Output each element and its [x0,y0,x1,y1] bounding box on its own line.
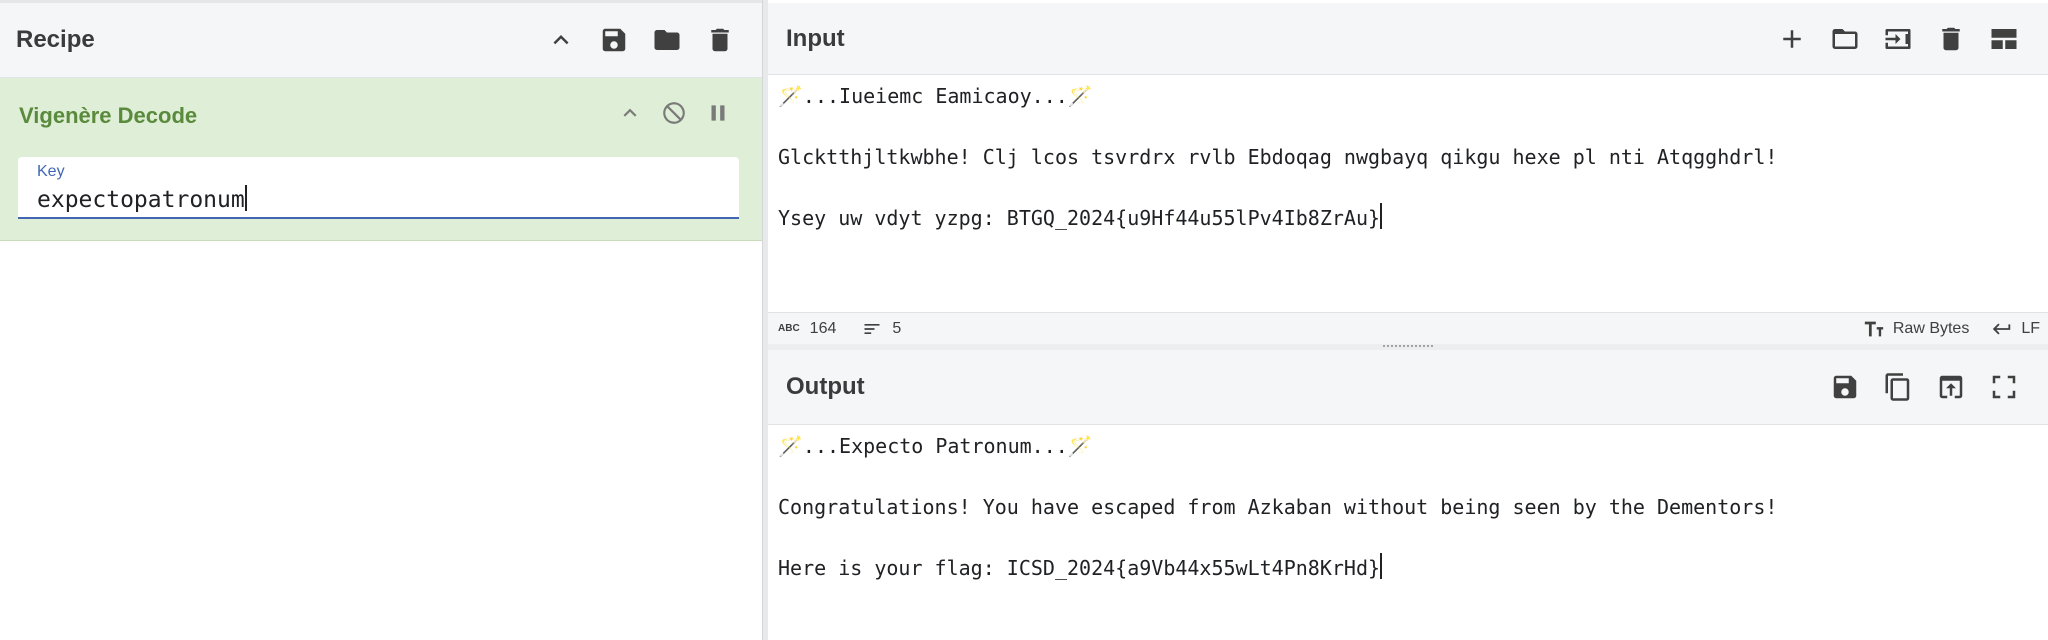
eol-selector[interactable]: LF [1991,318,2040,340]
save-icon[interactable] [1818,367,1871,407]
return-icon [1993,323,2011,334]
line-count-value: 5 [892,319,902,337]
input-line-2: Glcktthjltkwbhe! Clj lcos tsvrdrx rvlb E… [778,145,1778,169]
collapse-chevron-icon[interactable] [608,96,652,130]
encoding-selector[interactable]: Raw Bytes [1863,318,1969,340]
trash-icon[interactable] [693,20,746,60]
replace-input-icon[interactable] [1924,367,1977,407]
disable-icon[interactable] [652,96,696,130]
text-caret [244,185,247,211]
output-line-1: 🪄...Expecto Patronum...🪄 [778,434,1093,458]
recipe-pane: Recipe Vigenère Decode Key expectopatron… [0,0,762,640]
plus-icon[interactable] [1765,19,1818,59]
text-format-icon [1864,321,1884,336]
input-status-bar: ABC 164 5 Raw Bytes LF [768,312,2048,344]
folder-icon[interactable] [640,20,693,60]
io-pane: Input 🪄...Iueiemc Eamicaoy...🪄 Glcktthjl… [768,0,2048,640]
recipe-header: Recipe [0,3,762,78]
text-caret [1380,203,1383,229]
encoding-label: Raw Bytes [1892,319,1970,337]
import-icon[interactable] [1871,19,1924,59]
key-field[interactable]: Key expectopatronum [18,157,739,219]
output-line-3-text: Here is your flag: ICSD_2024{a9Vb44x55wL… [778,556,1381,580]
input-title: Input [786,24,845,52]
line-count: 5 [862,319,901,339]
input-line-3-text: Ysey uw vdyt yzpg: BTGQ_2024{u9Hf44u55lP… [778,206,1381,230]
key-value: expectopatronum [37,187,245,213]
operation-title: Vigenère Decode [19,103,198,128]
text-caret [1380,553,1383,579]
chevron-up-icon[interactable] [534,20,587,60]
trash-icon[interactable] [1924,19,1977,59]
input-line-3: Ysey uw vdyt yzpg: BTGQ_2024{u9Hf44u55lP… [778,198,2048,259]
output-line-3: Here is your flag: ICSD_2024{a9Vb44x55wL… [778,548,2048,609]
abc-icon: ABC [778,323,800,334]
open-folder-icon[interactable] [1818,19,1871,59]
eol-label: LF [2021,319,2040,337]
output-header: Output [768,350,2048,425]
output-line-2: Congratulations! You have escaped from A… [778,495,1778,519]
save-icon[interactable] [587,20,640,60]
char-count: ABC 164 [778,320,836,338]
cyberchef-app: Recipe Vigenère Decode Key expectopatron… [0,0,2048,640]
key-label: Key [37,163,65,180]
pause-icon[interactable] [696,96,740,130]
input-header: Input [768,3,2048,75]
output-title: Output [786,373,865,400]
fullscreen-icon[interactable] [1977,367,2030,407]
lines-icon [864,323,880,334]
copy-icon[interactable] [1871,367,1924,407]
key-input[interactable]: expectopatronum [37,185,247,213]
recipe-title: Recipe [16,26,95,53]
operation-controls [608,96,740,130]
input-textarea[interactable]: 🪄...Iueiemc Eamicaoy...🪄 Glcktthjltkwbhe… [768,76,2048,259]
layout-icon[interactable] [1977,19,2030,59]
output-textarea[interactable]: 🪄...Expecto Patronum...🪄 Congratulations… [768,426,2048,609]
char-count-value: 164 [809,319,837,337]
resize-grip[interactable] [1383,345,1433,349]
input-line-1: 🪄...Iueiemc Eamicaoy...🪄 [778,84,1093,108]
